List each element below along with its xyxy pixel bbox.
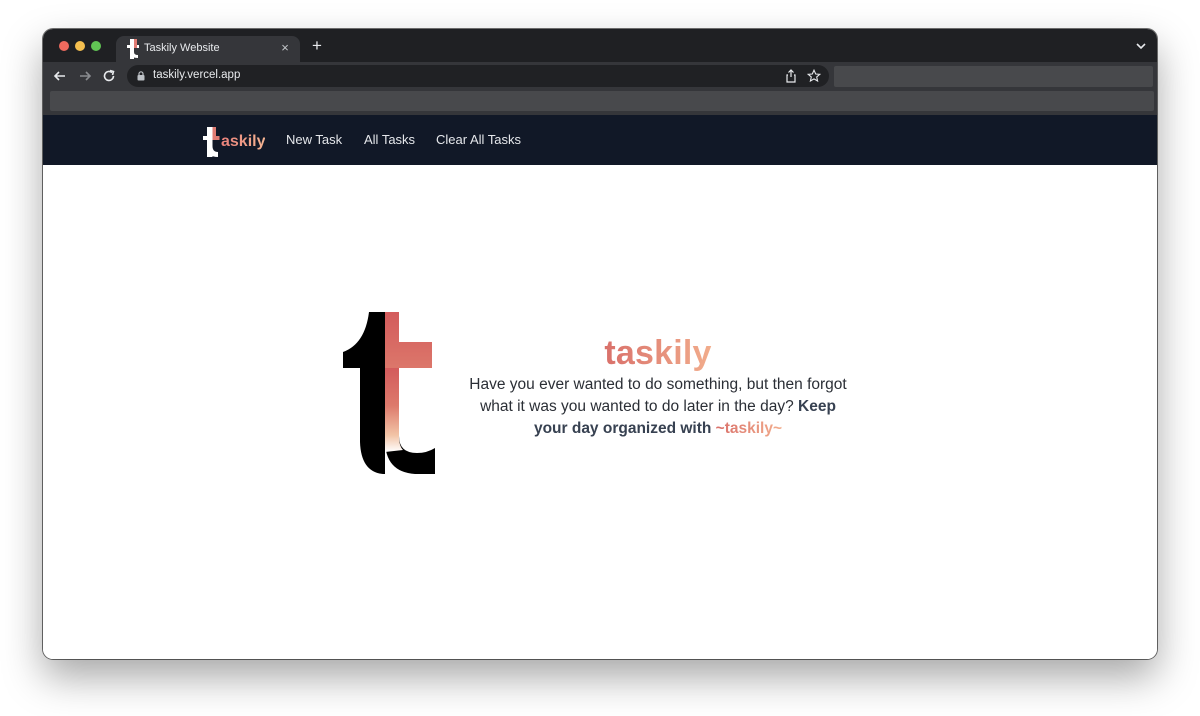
close-window-button[interactable] <box>59 41 69 51</box>
hero-section: taskily Have you ever wanted to do somet… <box>463 333 853 440</box>
nav-link-new-task[interactable]: New Task <box>286 132 342 147</box>
star-icon[interactable] <box>807 69 821 83</box>
chevron-down-icon[interactable] <box>1135 40 1147 52</box>
extensions-area <box>834 66 1153 87</box>
hero-description: Have you ever wanted to do something, bu… <box>463 374 853 440</box>
bookmarks-placeholder <box>50 91 1154 111</box>
hero-description-accent: ~taskily~ <box>715 420 783 437</box>
brand-logo-link[interactable]: askily <box>203 125 265 157</box>
web-page: askily New Task All Tasks Clear All Task… <box>43 115 1157 659</box>
tab-title: Taskily Website <box>144 42 220 54</box>
browser-window: Taskily Website × + taskily.vercel.app a… <box>43 29 1157 659</box>
url-text[interactable]: taskily.vercel.app <box>153 69 240 81</box>
tab-strip: Taskily Website × + <box>43 29 1157 62</box>
reload-icon[interactable] <box>101 68 117 84</box>
brand-name: askily <box>221 133 266 150</box>
hero-description-text: Have you ever wanted to do something, bu… <box>469 376 847 415</box>
taskily-favicon-icon <box>127 39 139 59</box>
site-navbar: askily New Task All Tasks Clear All Task… <box>43 115 1157 165</box>
share-icon[interactable] <box>785 69 797 83</box>
taskily-logo-icon <box>203 127 220 157</box>
hero-logo-icon <box>343 312 435 474</box>
screenshot-stage: Taskily Website × + taskily.vercel.app a… <box>0 0 1200 716</box>
arrow-left-icon[interactable] <box>52 68 68 84</box>
address-bar[interactable]: taskily.vercel.app <box>127 65 829 87</box>
browser-toolbar: taskily.vercel.app <box>43 62 1157 91</box>
close-tab-icon[interactable]: × <box>278 41 292 55</box>
lock-icon <box>137 71 145 81</box>
arrow-right-icon[interactable] <box>77 68 93 84</box>
bookmarks-bar <box>43 91 1157 116</box>
zoom-window-button[interactable] <box>91 41 101 51</box>
nav-link-all-tasks[interactable]: All Tasks <box>364 132 415 147</box>
minimize-window-button[interactable] <box>75 41 85 51</box>
nav-link-clear-all-tasks[interactable]: Clear All Tasks <box>436 132 521 147</box>
tab-taskily-website[interactable]: Taskily Website × <box>116 36 300 62</box>
hero-title: taskily <box>604 334 712 372</box>
new-tab-button[interactable]: + <box>309 37 325 54</box>
